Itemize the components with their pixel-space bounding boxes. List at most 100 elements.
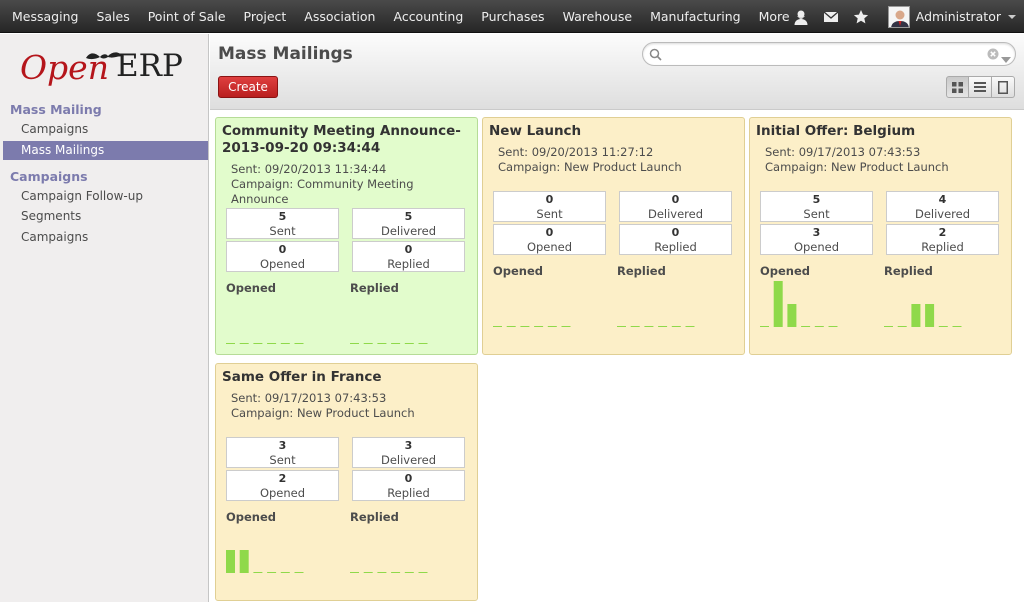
stat-label: Replied — [921, 240, 964, 254]
menu-manufacturing[interactable]: Manufacturing — [641, 0, 750, 33]
kanban-card[interactable]: Community Meeting Announce-2013-09-20 09… — [215, 117, 478, 355]
opened-sparkline — [493, 326, 571, 327]
stat-delivered: 3 Delivered — [352, 437, 465, 468]
view-header: Mass Mailings Create — [210, 34, 1024, 110]
stat-label: Opened — [793, 240, 840, 254]
sparkline-bar — [226, 550, 235, 573]
kanban-card[interactable]: New Launch Sent: 09/20/2013 11:27:12 Cam… — [482, 117, 745, 355]
sidebar-item-mass-mailings[interactable]: Mass Mailings — [3, 141, 208, 160]
logo-erp: ERP — [116, 48, 183, 84]
menu-purchases[interactable]: Purchases — [472, 0, 553, 33]
stat-delivered: 0 Delivered — [619, 191, 732, 222]
card-title[interactable]: Community Meeting Announce-2013-09-20 09… — [222, 123, 471, 157]
sidebar-item-campaigns[interactable]: Campaigns — [3, 120, 208, 139]
opened-graph-label: Opened — [493, 264, 544, 278]
search-input[interactable] — [667, 46, 985, 62]
section-mass-mailing: Mass Mailing — [10, 102, 102, 117]
kanban-view: Community Meeting Announce-2013-09-20 09… — [210, 111, 1024, 602]
kanban-card[interactable]: Initial Offer: Belgium Sent: 09/17/2013 … — [749, 117, 1012, 355]
stat-opened: 2 Opened — [226, 470, 339, 501]
opened-graph-label: Opened — [760, 264, 811, 278]
stat-value: 3 — [812, 226, 821, 239]
replied-sparkline — [350, 572, 428, 573]
menu-association[interactable]: Association — [295, 0, 384, 33]
stat-value: 0 — [404, 472, 413, 485]
stat-value: 5 — [278, 210, 287, 223]
menu-warehouse[interactable]: Warehouse — [554, 0, 641, 33]
star-icon[interactable] — [853, 9, 869, 25]
stat-sent: 5 Sent — [760, 191, 873, 222]
menu-messaging[interactable]: Messaging — [3, 0, 87, 33]
stat-opened: 0 Opened — [493, 224, 606, 255]
stat-value: 0 — [404, 243, 413, 256]
stat-label: Delivered — [914, 207, 971, 221]
stat-opened: 3 Opened — [760, 224, 873, 255]
stat-label: Delivered — [380, 453, 437, 467]
menu-point-of-sale[interactable]: Point of Sale — [139, 0, 235, 33]
replied-graph-label: Replied — [350, 281, 399, 295]
stat-replied: 0 Replied — [619, 224, 732, 255]
stat-label: Delivered — [647, 207, 704, 221]
stat-value: 3 — [404, 439, 413, 452]
logo[interactable]: Open ERP — [20, 48, 195, 90]
replied-sparkline — [617, 326, 695, 327]
stat-sent: 0 Sent — [493, 191, 606, 222]
search-box[interactable] — [642, 42, 1016, 66]
stat-value: 5 — [812, 193, 821, 206]
kanban-icon — [952, 81, 963, 93]
stat-value: 4 — [938, 193, 947, 206]
replied-sparkline — [350, 343, 428, 344]
sidebar-item-segments[interactable]: Segments — [3, 207, 208, 226]
kanban-view-button[interactable] — [946, 76, 969, 98]
card-sent: Sent: 09/20/2013 11:27:12 — [498, 145, 654, 159]
card-sent: Sent: 09/20/2013 11:34:44 — [231, 162, 387, 176]
clear-icon[interactable] — [987, 48, 999, 63]
card-campaign: Campaign: Community Meeting Announce — [231, 177, 414, 206]
stat-label: Opened — [259, 257, 306, 271]
menu-sales[interactable]: Sales — [87, 0, 138, 33]
create-button[interactable]: Create — [218, 76, 278, 98]
stat-sent: 5 Sent — [226, 208, 339, 239]
opened-sparkline — [226, 343, 304, 344]
user-name[interactable]: Administrator — [916, 9, 1001, 24]
section-campaigns: Campaigns — [10, 169, 88, 184]
stat-label: Sent — [536, 207, 563, 221]
kanban-card[interactable]: Same Offer in France Sent: 09/17/2013 07… — [215, 363, 478, 601]
stat-sent: 3 Sent — [226, 437, 339, 468]
stat-value: 0 — [671, 193, 680, 206]
stat-label: Replied — [654, 240, 697, 254]
form-view-button[interactable] — [992, 76, 1015, 98]
chevron-down-icon[interactable] — [1008, 14, 1016, 19]
mail-icon[interactable] — [823, 9, 839, 25]
card-title[interactable]: Initial Offer: Belgium — [756, 123, 1005, 140]
stat-replied: 2 Replied — [886, 224, 999, 255]
menu-accounting[interactable]: Accounting — [384, 0, 472, 33]
stat-value: 0 — [545, 226, 554, 239]
sidebar-item-campaigns-2[interactable]: Campaigns — [3, 228, 208, 247]
stat-value: 5 — [404, 210, 413, 223]
chevron-down-icon[interactable] — [1001, 52, 1011, 66]
sparkline-bar — [773, 281, 783, 327]
stat-value: 3 — [278, 439, 287, 452]
user-icon[interactable] — [793, 9, 809, 25]
stat-label: Replied — [387, 257, 430, 271]
view-switcher — [946, 76, 1015, 98]
card-campaign: Campaign: New Product Launch — [765, 160, 949, 174]
stat-label: Replied — [387, 486, 430, 500]
card-title[interactable]: Same Offer in France — [222, 369, 471, 386]
stat-value: 0 — [278, 243, 287, 256]
form-icon — [998, 80, 1008, 94]
card-sent: Sent: 09/17/2013 07:43:53 — [765, 145, 921, 159]
avatar[interactable] — [887, 5, 910, 28]
top-menu-bar: Messaging Sales Point of Sale Project As… — [0, 0, 1024, 33]
stat-value: 0 — [671, 226, 680, 239]
card-title[interactable]: New Launch — [489, 123, 738, 140]
stat-label: Sent — [269, 453, 296, 467]
card-sent: Sent: 09/17/2013 07:43:53 — [231, 391, 387, 405]
sidebar-item-campaign-follow-up[interactable]: Campaign Follow-up — [3, 187, 208, 206]
menu-project[interactable]: Project — [235, 0, 296, 33]
stat-delivered: 5 Delivered — [352, 208, 465, 239]
replied-graph-label: Replied — [884, 264, 933, 278]
list-view-button[interactable] — [969, 76, 992, 98]
stat-replied: 0 Replied — [352, 470, 465, 501]
